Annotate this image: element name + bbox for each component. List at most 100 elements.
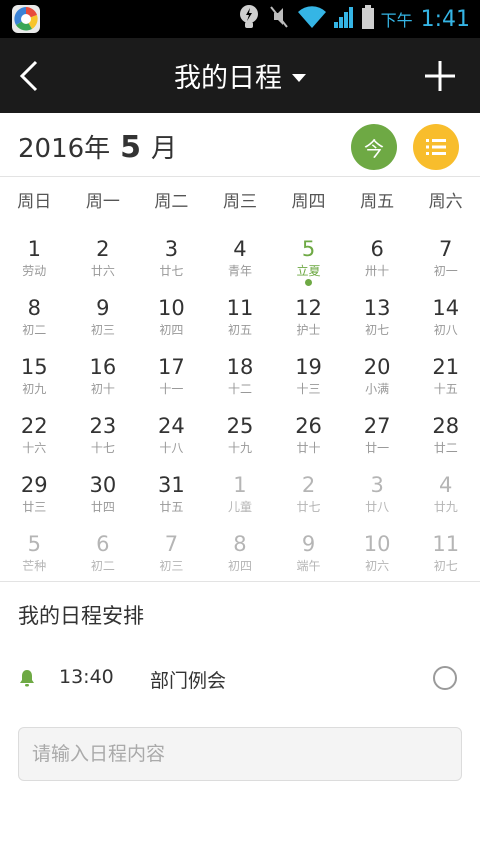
day-lunar-label: 初五 xyxy=(227,323,252,337)
calendar-day[interactable]: 24 十八 xyxy=(137,405,206,464)
calendar-day[interactable]: 14 初八 xyxy=(411,287,480,346)
calendar-day[interactable]: 7 初三 xyxy=(137,523,206,582)
calendar-day[interactable]: 12 护士 xyxy=(274,287,343,346)
schedule-section-title: 我的日程安排 xyxy=(18,604,144,628)
weekday-label: 周六 xyxy=(428,192,463,212)
schedule-input-box xyxy=(18,727,462,781)
calendar-day[interactable]: 21 十五 xyxy=(411,346,480,405)
calendar-day[interactable]: 9 端午 xyxy=(274,523,343,582)
battery-icon xyxy=(361,4,375,34)
day-number: 16 xyxy=(89,355,117,379)
calendar-day[interactable]: 10 初四 xyxy=(137,287,206,346)
day-lunar-label: 初四 xyxy=(159,323,184,337)
day-lunar-label: 十二 xyxy=(227,382,252,396)
calendar-day[interactable]: 27 廿一 xyxy=(343,405,412,464)
day-number: 22 xyxy=(20,414,48,438)
lightbulb-icon xyxy=(237,3,261,35)
calendar-day[interactable]: 16 初十 xyxy=(69,346,138,405)
calendar-day[interactable]: 29 廿三 xyxy=(0,464,69,523)
bell-icon xyxy=(20,670,34,687)
day-number: 9 xyxy=(301,532,316,556)
day-lunar-label: 初七 xyxy=(365,323,390,337)
schedule-input[interactable] xyxy=(19,728,461,780)
calendar-day[interactable]: 17 十一 xyxy=(137,346,206,405)
wifi-icon xyxy=(297,4,327,34)
calendar-day[interactable]: 15 初九 xyxy=(0,346,69,405)
event-title: 部门例会 xyxy=(150,670,227,692)
day-number: 30 xyxy=(89,473,117,497)
title-dropdown[interactable]: 我的日程 xyxy=(0,38,480,113)
day-number: 21 xyxy=(432,355,460,379)
day-lunar-label: 初九 xyxy=(22,382,47,396)
day-lunar-label: 十五 xyxy=(433,382,458,396)
day-number: 8 xyxy=(27,296,41,320)
day-number: 11 xyxy=(432,532,460,556)
day-number: 10 xyxy=(158,296,185,320)
add-schedule-button[interactable] xyxy=(422,58,458,94)
day-number: 7 xyxy=(439,237,453,261)
calendar-day[interactable]: 13 初七 xyxy=(343,287,412,346)
day-number: 1 xyxy=(27,237,41,261)
calendar-day[interactable]: 1 儿童 xyxy=(206,464,275,523)
calendar-day[interactable]: 3 廿七 xyxy=(137,228,206,287)
calendar-day[interactable]: 31 廿五 xyxy=(137,464,206,523)
weekday-label: 周二 xyxy=(154,192,189,212)
calendar-day[interactable]: 8 初二 xyxy=(0,287,69,346)
calendar-day[interactable]: 26 廿十 xyxy=(274,405,343,464)
calendar-day[interactable]: 25 十九 xyxy=(206,405,275,464)
calendar-day[interactable]: 4 青年 xyxy=(206,228,275,287)
list-view-button[interactable] xyxy=(413,124,459,170)
day-number: 3 xyxy=(370,473,384,497)
calendar-day[interactable]: 4 廿九 xyxy=(411,464,480,523)
day-lunar-label: 十一 xyxy=(159,382,184,396)
calendar-day[interactable]: 3 廿八 xyxy=(343,464,412,523)
list-icon xyxy=(426,139,446,155)
day-number: 13 xyxy=(363,296,391,320)
calendar-day[interactable]: 22 十六 xyxy=(0,405,69,464)
calendar-day[interactable]: 2 廿七 xyxy=(274,464,343,523)
calendar-day[interactable]: 9 初三 xyxy=(69,287,138,346)
year-label: 2016年 xyxy=(18,134,111,164)
calendar-day-today[interactable]: 5 立夏 xyxy=(274,228,343,287)
calendar-day[interactable]: 6 初二 xyxy=(69,523,138,582)
day-lunar-label: 端午 xyxy=(296,559,321,573)
day-number: 5 xyxy=(301,237,316,261)
day-lunar-label: 初六 xyxy=(365,559,390,573)
today-button[interactable]: 今 xyxy=(351,124,397,170)
day-number: 8 xyxy=(233,532,247,556)
calendar-day[interactable]: 11 初五 xyxy=(206,287,275,346)
calendar-day[interactable]: 7 初一 xyxy=(411,228,480,287)
calendar-day[interactable]: 8 初四 xyxy=(206,523,275,582)
calendar-day[interactable]: 1 劳动 xyxy=(0,228,69,287)
calendar-day[interactable]: 6 卅十 xyxy=(343,228,412,287)
schedule-item[interactable]: 13:40 部门例会 xyxy=(0,650,480,706)
month-header: 2016年 5 月 今 xyxy=(0,113,480,177)
day-lunar-label: 廿八 xyxy=(365,500,390,514)
calendar-day[interactable]: 30 廿四 xyxy=(69,464,138,523)
calendar-day[interactable]: 18 十二 xyxy=(206,346,275,405)
day-number: 11 xyxy=(226,296,254,320)
calendar-day[interactable]: 11 初七 xyxy=(411,523,480,582)
calendar-day[interactable]: 28 廿二 xyxy=(411,405,480,464)
day-number: 25 xyxy=(226,414,254,438)
day-lunar-label: 初八 xyxy=(433,323,458,337)
day-number: 2 xyxy=(96,237,110,261)
day-lunar-label: 十三 xyxy=(296,382,321,396)
day-number: 23 xyxy=(89,414,117,438)
day-number: 3 xyxy=(164,237,179,261)
calendar-day[interactable]: 2 廿六 xyxy=(69,228,138,287)
calendar-day[interactable]: 19 十三 xyxy=(274,346,343,405)
day-lunar-label: 立夏 xyxy=(296,264,321,278)
signal-icon xyxy=(333,4,355,34)
calendar-day[interactable]: 5 芒种 xyxy=(0,523,69,582)
day-number: 24 xyxy=(158,414,185,438)
event-complete-checkbox[interactable] xyxy=(433,666,457,690)
status-bar: 下午 1:41 xyxy=(0,0,480,38)
calendar-day[interactable]: 23 十七 xyxy=(69,405,138,464)
day-number: 28 xyxy=(432,414,460,438)
calendar-day[interactable]: 20 小满 xyxy=(343,346,412,405)
day-number: 18 xyxy=(226,355,254,379)
day-number: 14 xyxy=(432,296,460,320)
day-lunar-label: 护士 xyxy=(296,323,321,337)
calendar-day[interactable]: 10 初六 xyxy=(343,523,412,582)
